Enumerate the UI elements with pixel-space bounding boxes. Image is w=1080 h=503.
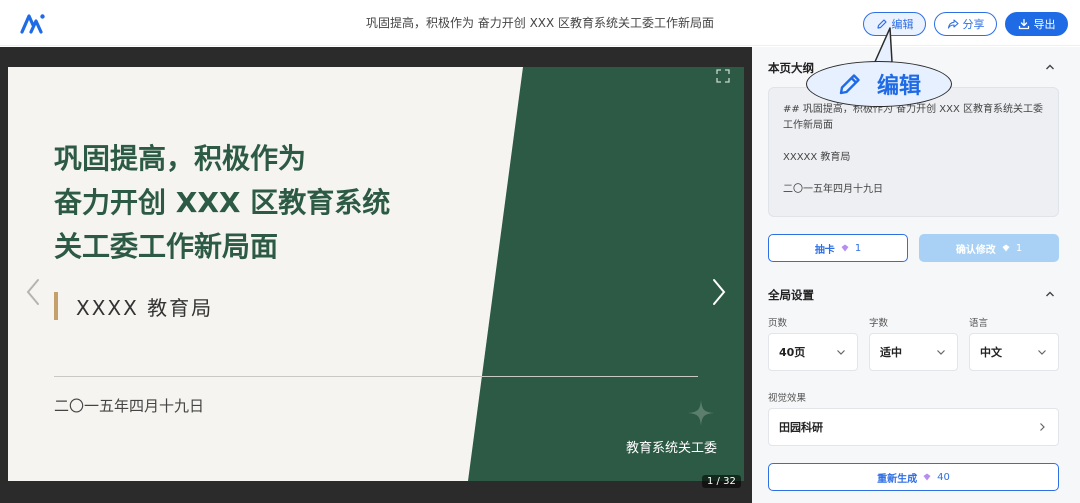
export-button[interactable]: 导出 [1005, 12, 1068, 36]
outline-line-3: 二〇一五年四月十九日 [783, 184, 883, 195]
draw-card-button[interactable]: 抽卡 1 [768, 234, 908, 262]
previous-slide-icon[interactable] [24, 277, 42, 307]
language-select[interactable]: 中文 [969, 333, 1059, 371]
pencil-icon [839, 74, 860, 95]
outline-line-1: ## 巩固提高，积极作为 奋力开创 XXX 区教育系统关工委工作新局面 [783, 104, 1044, 131]
gem-icon [841, 244, 849, 252]
outline-textbox[interactable]: ## 巩固提高，积极作为 奋力开创 XXX 区教育系统关工委工作新局面 XXXX… [768, 87, 1059, 217]
page-indicator: 1 / 32 [702, 475, 741, 488]
regenerate-label: 重新生成 [877, 473, 918, 485]
words-label: 字数 [869, 318, 889, 329]
gem-icon [923, 473, 931, 481]
regenerate-count: 40 [937, 471, 950, 483]
callout-label: 编辑 [876, 74, 921, 99]
slide-stage: 巩固提高，积极作为 奋力开创 XXX 区教育系统 关工委工作新局面 XXXX 教… [0, 47, 752, 503]
visual-effect-label: 视觉效果 [768, 393, 807, 404]
visual-effect-select[interactable]: 田园科研 [768, 408, 1059, 446]
pages-value: 40页 [779, 346, 806, 359]
confirm-edit-label: 确认修改 [955, 244, 996, 256]
confirm-edit-button[interactable]: 确认修改 1 [919, 234, 1059, 262]
draw-card-count: 1 [854, 242, 862, 254]
slide-title: 巩固提高，积极作为 奋力开创 XXX 区教育系统 关工委工作新局面 [54, 142, 391, 263]
pages-label: 页数 [768, 318, 788, 329]
visual-effect-value: 田园科研 [779, 421, 823, 434]
collapse-outline-icon[interactable] [1044, 61, 1056, 73]
pages-select[interactable]: 40页 [768, 333, 858, 371]
top-bar: 巩固提高，积极作为 奋力开创 XXX 区教育系统关工委工作新局面 编辑 分享 导… [0, 0, 1080, 46]
slide-divider [54, 376, 698, 377]
chevron-right-icon [1040, 423, 1045, 431]
slide-accent-bar [54, 292, 58, 320]
outline-line-2: XXXXX 教育局 [783, 152, 851, 163]
fullscreen-icon[interactable] [716, 69, 730, 83]
confirm-edit-count: 1 [1015, 242, 1023, 254]
collapse-settings-icon[interactable] [1044, 288, 1056, 300]
outline-section-title: 本页大纲 [768, 61, 814, 75]
app-logo-icon[interactable] [20, 12, 46, 34]
language-value: 中文 [980, 346, 1002, 359]
language-label: 语言 [969, 318, 989, 329]
share-button[interactable]: 分享 [934, 12, 997, 36]
slide-date: 二〇一五年四月十九日 [54, 397, 205, 415]
next-slide-icon[interactable] [710, 277, 728, 307]
gem-icon [1002, 244, 1010, 252]
chevron-down-icon [1038, 350, 1046, 355]
chevron-down-icon [837, 350, 845, 355]
share-button-label: 分享 [962, 18, 985, 31]
regenerate-button[interactable]: 重新生成 40 [768, 463, 1059, 491]
slide-green-panel [468, 67, 744, 481]
sparkle-icon [688, 400, 714, 426]
slide-preview[interactable]: 巩固提高，积极作为 奋力开创 XXX 区教育系统 关工委工作新局面 XXXX 教… [8, 67, 744, 481]
export-button-label: 导出 [1033, 18, 1056, 31]
words-select[interactable]: 适中 [869, 333, 958, 371]
draw-card-label: 抽卡 [814, 244, 835, 256]
download-icon [1018, 18, 1029, 30]
settings-panel: 本页大纲 ## 巩固提高，积极作为 奋力开创 XXX 区教育系统关工委工作新局面… [752, 47, 1080, 503]
global-settings-title: 全局设置 [768, 288, 814, 302]
document-title: 巩固提高，积极作为 奋力开创 XXX 区教育系统关工委工作新局面 [365, 16, 715, 30]
chevron-down-icon [937, 350, 945, 355]
edit-callout: 编辑 [806, 61, 952, 107]
share-icon [947, 19, 959, 29]
words-value: 适中 [880, 346, 902, 359]
slide-organization: XXXX 教育局 [76, 296, 214, 320]
slide-footer-organization: 教育系统关工委 [626, 441, 718, 456]
